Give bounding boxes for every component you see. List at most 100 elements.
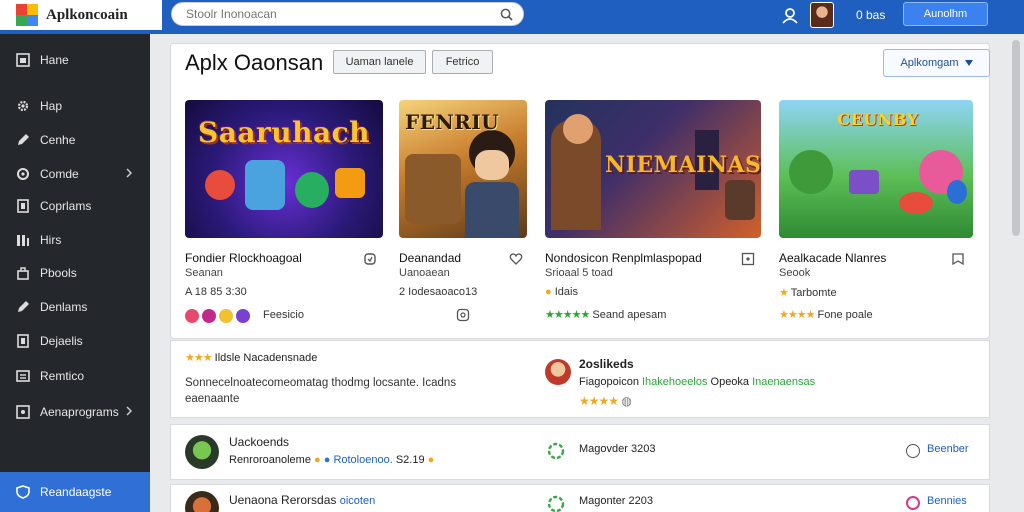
reviewer-line: Fiagopoicon (579, 376, 639, 388)
circle-icon (17, 168, 29, 180)
game-card[interactable]: FENRIU Deanandad Uanoaean 2 Iodesaoaco13 (399, 100, 527, 322)
game-meta-text: Tarbomte (790, 287, 837, 299)
heart-icon[interactable] (509, 252, 523, 266)
sidebar-item-dejaelis[interactable]: Dejaelis (0, 327, 150, 355)
rating-stars-icon: ★★★ (185, 352, 213, 364)
avatar[interactable] (810, 2, 834, 28)
reaction-icons (185, 308, 265, 324)
list-item[interactable]: Uackoends Renroroanoleme ● ● Rotoloenoo.… (170, 424, 990, 480)
reviewer-link[interactable]: Ihakehoeelos (642, 376, 707, 388)
radio-icon[interactable] (906, 444, 920, 458)
scrollbar-thumb[interactable] (1012, 40, 1020, 236)
emoji-icon: ● (314, 454, 321, 466)
sidebar-item-label: Denlams (40, 300, 88, 314)
dropdown-label: Aplkomgam (900, 57, 959, 69)
sidebar-item-denlams[interactable]: Denlams (0, 293, 150, 321)
sidebar-item-hap[interactable]: Hap (0, 92, 150, 120)
coin-icon: ● (427, 454, 435, 466)
pencil-icon (18, 134, 29, 145)
game-subtitle: Srioaal 5 toad (545, 267, 613, 279)
item-details: Renroroanoleme ● ● Rotoloenoo. S2.19 ● (229, 454, 434, 466)
sidebar: Hane Hap Cenhe Comde Coprlams Hirs Pbool… (0, 34, 150, 512)
reviewer-line-2: Opeoka (710, 376, 750, 388)
bookmark-icon[interactable] (741, 252, 755, 266)
reviewer-details: Fiagopoicon Ihakehoeelos Opeoka Inaenaen… (579, 376, 815, 388)
filter-chip-2[interactable]: Fetrico (432, 50, 493, 74)
shield-icon (16, 485, 30, 499)
game-thumbnail[interactable]: Saaruhach (185, 100, 383, 238)
share-icon[interactable] (456, 308, 470, 322)
game-thumbnail[interactable]: NIEMAINAS (545, 100, 761, 238)
radio-icon[interactable] (906, 496, 920, 510)
review-header: ★★★ Ildsle Nacadensnade (185, 351, 317, 364)
review-body: Sonnecelnoatecomeomatag thodmg locsante.… (185, 377, 457, 389)
pencil-icon (18, 301, 29, 312)
home-icon (16, 53, 30, 67)
game-card[interactable]: Saaruhach Fondier Rlockhoagoal Seanan A … (185, 100, 383, 323)
item-date: Magonter 2203 (579, 495, 653, 507)
filter-chip-1[interactable]: Uaman lanele (333, 50, 426, 74)
item-link[interactable]: oicoten (340, 495, 375, 507)
game-thumbnail[interactable]: FENRIU (399, 100, 527, 238)
game-meta-text: Idais (554, 286, 578, 298)
sidebar-item-remtico[interactable]: Remtico (0, 362, 150, 390)
sidebar-item-reandaagste[interactable]: Reandaagste (0, 472, 150, 512)
game-rating: ★★★★ Fone poale (779, 308, 873, 321)
sidebar-item-label: Comde (40, 167, 79, 181)
reviewer-avatar[interactable] (545, 359, 571, 385)
bookmark-icon[interactable] (363, 252, 377, 266)
sidebar-item-hirs[interactable]: Hirs (0, 226, 150, 254)
doc-icon (17, 199, 29, 213)
user-icon[interactable] (780, 6, 800, 26)
game-card[interactable]: CEUNBY Aealkacade Nlanres Seook ★ Tarbom… (779, 100, 973, 321)
top-action-button[interactable]: Aunolhm (903, 2, 988, 26)
gear-icon (16, 405, 30, 419)
game-banner: FENRIU (405, 110, 500, 134)
item-title: Uackoends (229, 435, 290, 449)
list-icon (16, 370, 30, 382)
sidebar-item-coprlams[interactable]: Coprlams (0, 192, 150, 220)
sidebar-item-pbools[interactable]: Pbools (0, 259, 150, 287)
item-action[interactable]: Beenber (927, 443, 969, 455)
sidebar-item-aenaprograms[interactable]: Aenaprograms (0, 398, 150, 426)
sidebar-item-label: Dejaelis (40, 334, 83, 348)
game-extra: Seand apesam (592, 309, 667, 321)
game-title: Nondosicon Renplmlaspopad (545, 251, 702, 265)
logo[interactable]: Aplkoncoain (0, 0, 162, 30)
search-input[interactable] (186, 7, 486, 21)
sidebar-item-label: Hane (40, 53, 69, 67)
sidebar-item-label: Aenaprograms (40, 405, 119, 419)
sidebar-item-label: Hap (40, 99, 63, 113)
sidebar-item-cenhe[interactable]: Cenhe (0, 126, 150, 154)
sidebar-item-label: Reandaagste (40, 485, 112, 499)
app-title: Aplkoncoain (46, 6, 128, 23)
leaf-icon (547, 495, 565, 512)
game-banner: Saaruhach (197, 116, 371, 149)
category-dropdown[interactable]: Aplkomgam (883, 49, 990, 77)
rating-stars-icon: ★★★★ (779, 309, 815, 321)
rating-stars-icon: ★★★★ (579, 394, 619, 408)
chevron-right-icon (126, 406, 133, 416)
item-date: Magovder 3203 (579, 443, 656, 455)
list-item[interactable]: Uenaona Rerorsdas oicoten Magonter 2203 … (170, 484, 990, 512)
game-subtitle: Uanoaean (399, 267, 450, 279)
info-icon: ◍ (621, 394, 632, 408)
item-action[interactable]: Bennies (927, 495, 967, 507)
search-icon[interactable] (500, 8, 513, 21)
game-banner: CEUNBY (837, 110, 919, 129)
sidebar-item-home[interactable]: Hane (0, 46, 150, 74)
sidebar-item-label: Coprlams (40, 199, 92, 213)
sidebar-item-label: Hirs (40, 233, 62, 247)
game-card[interactable]: NIEMAINAS Nondosicon Renplmlaspopad Srio… (545, 100, 761, 321)
item-link[interactable]: Rotoloenoo. (333, 454, 392, 466)
sidebar-item-comde[interactable]: Comde (0, 160, 150, 188)
reviewer-link-2[interactable]: Inaenaensas (752, 376, 815, 388)
search-bar[interactable] (171, 2, 524, 26)
game-thumbnail[interactable]: CEUNBY (779, 100, 973, 238)
game-title: Deanandad (399, 251, 462, 265)
user-count: 0 bas (856, 8, 886, 22)
game-meta: ★ Tarbomte (779, 286, 837, 299)
review-section: ★★★ Ildsle Nacadensnade Sonnecelnoatecom… (170, 340, 990, 418)
game-meta: 2 Iodesaoaco13 (399, 286, 478, 298)
bookmark-icon[interactable] (951, 252, 965, 266)
